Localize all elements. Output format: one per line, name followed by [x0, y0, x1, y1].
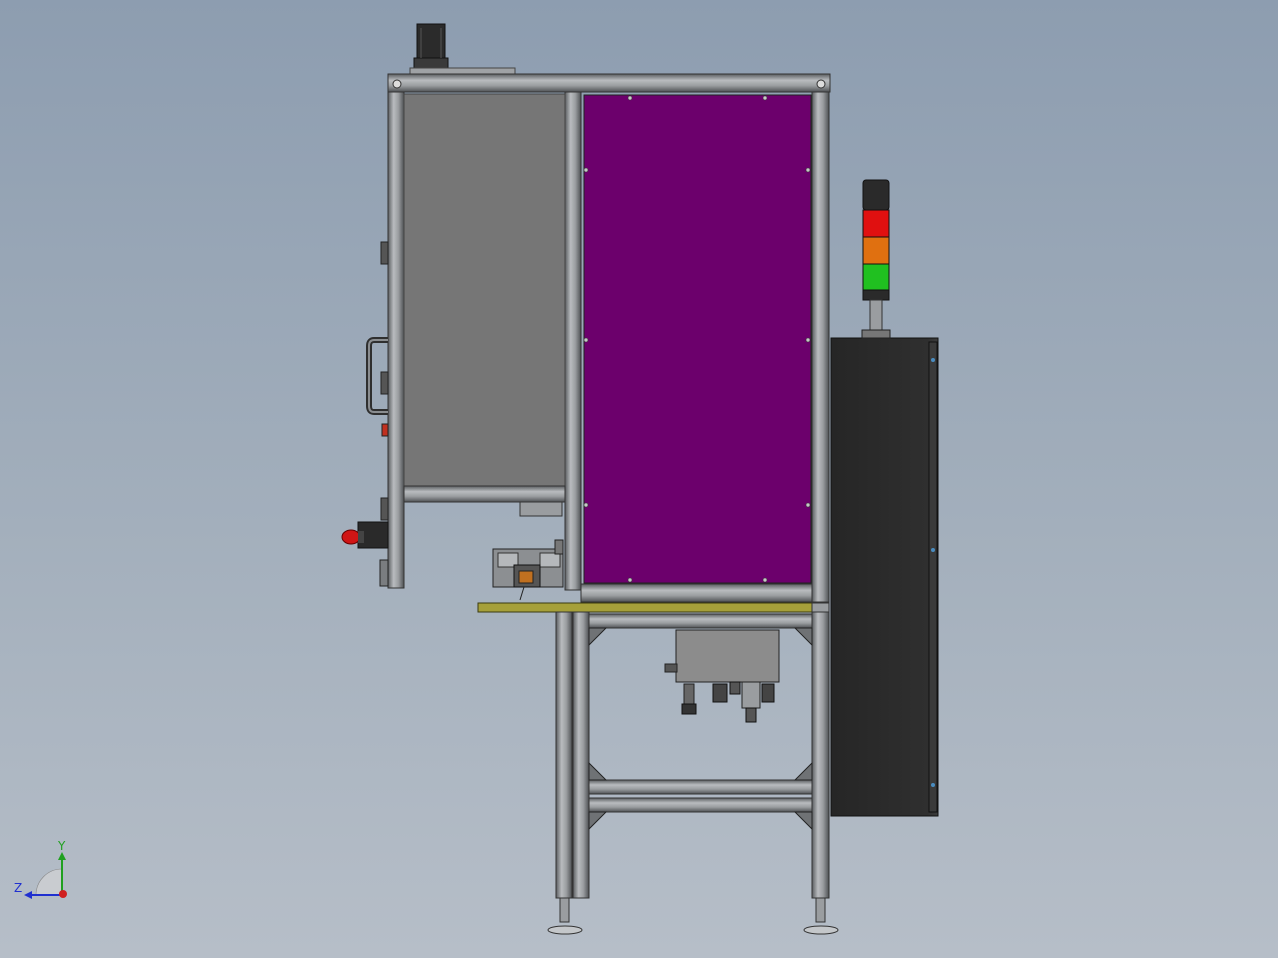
coordinate-triad-icon: Y Z: [14, 839, 67, 899]
process-unit: [664, 629, 780, 723]
z-axis-label: Z: [14, 881, 22, 895]
gripper-assembly: [492, 539, 564, 601]
cad-viewport[interactable]: Y Z: [0, 0, 1278, 958]
leveling-feet: [547, 897, 839, 935]
control-cabinet: [830, 337, 939, 817]
grey-panel-crossbar: [403, 485, 566, 517]
grey-guard-panel: [403, 93, 566, 489]
servo-motor-icon: [409, 23, 516, 75]
yellow-base-plate: [477, 602, 821, 613]
stack-light-icon: [861, 179, 891, 339]
purple-panel-base-beam: [580, 583, 813, 603]
y-axis-label: Y: [57, 839, 66, 853]
purple-guard-panel: [583, 94, 812, 584]
emergency-stop-icon[interactable]: [341, 521, 389, 549]
